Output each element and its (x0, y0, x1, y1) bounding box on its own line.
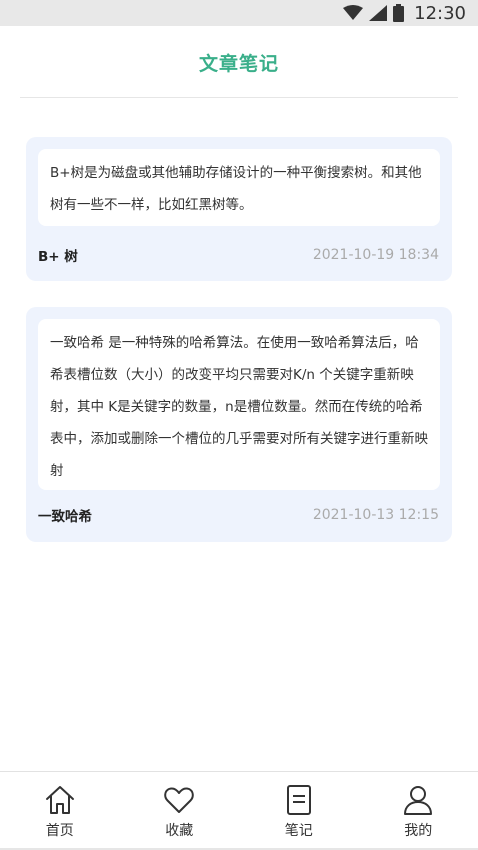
bottom-tab-bar: 首页 收藏 笔记 我的 (0, 771, 478, 850)
user-icon (404, 786, 433, 815)
status-time: 12:30 (414, 2, 466, 24)
note-date: 2021-10-13 12:15 (312, 507, 439, 523)
tab-notes[interactable]: 笔记 (239, 772, 359, 848)
battery-icon (393, 4, 405, 22)
wifi-icon (343, 5, 364, 20)
signal-icon (369, 5, 388, 21)
note-date: 2021-10-19 18:34 (312, 247, 439, 263)
page-title: 文章笔记 (198, 52, 279, 75)
status-bar: 12:30 (0, 0, 478, 26)
tab-favorites[interactable]: 收藏 (120, 772, 240, 848)
page-header: 文章笔记 (0, 26, 478, 98)
note-meta: 一致哈希 2021-10-13 12:15 (38, 505, 439, 525)
tab-label: 收藏 (165, 823, 194, 839)
note-content: B+树是为磁盘或其他辅助存储设计的一种平衡搜索树。和其他树有一些不一样，比如红黑… (38, 149, 440, 226)
note-title: 一致哈希 (38, 509, 92, 525)
note-card[interactable]: B+树是为磁盘或其他辅助存储设计的一种平衡搜索树。和其他树有一些不一样，比如红黑… (26, 137, 452, 281)
home-icon (45, 786, 74, 814)
tab-profile[interactable]: 我的 (359, 772, 478, 848)
tab-home[interactable]: 首页 (0, 772, 120, 848)
note-content: 一致哈希 是一种特殊的哈希算法。在使用一致哈希算法后，哈希表槽位数（大小）的改变… (38, 319, 440, 490)
note-title: B+ 树 (38, 249, 78, 265)
note-card[interactable]: 一致哈希 是一种特殊的哈希算法。在使用一致哈希算法后，哈希表槽位数（大小）的改变… (26, 307, 452, 542)
note-icon (286, 785, 311, 815)
header-divider (20, 97, 458, 98)
tab-label: 首页 (45, 823, 74, 839)
tab-label: 我的 (404, 823, 433, 839)
note-meta: B+ 树 2021-10-19 18:34 (38, 245, 439, 265)
heart-icon (164, 787, 194, 813)
tab-label: 笔记 (284, 823, 313, 839)
